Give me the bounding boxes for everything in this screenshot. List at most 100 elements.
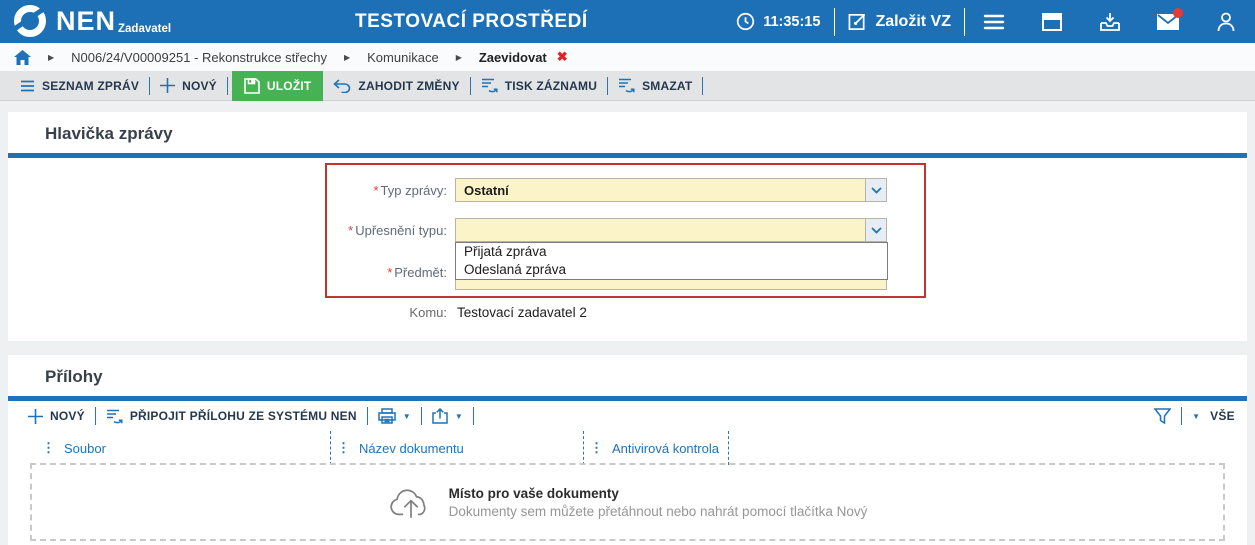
print-menu-button[interactable]: ▼ xyxy=(368,401,421,431)
attach-from-nen-button[interactable]: PŘIPOJIT PŘÍLOHU ZE SYSTÉMU NEN xyxy=(96,401,367,431)
export-icon xyxy=(432,408,448,424)
logo-subtitle: Zadavatel xyxy=(118,23,172,35)
edit-icon xyxy=(849,13,866,30)
message-header-section: Hlavička zprávy * Typ zprávy: Ostatní * Up… xyxy=(8,112,1247,341)
tisk-zaznamu-label: TISK ZÁZNAMU xyxy=(504,78,598,93)
tisk-zaznamu-button[interactable]: TISK ZÁZNAMU xyxy=(471,71,607,101)
dropdown-option-odeslana[interactable]: Odeslaná zpráva xyxy=(456,261,887,279)
predmet-label: * Předmět: xyxy=(387,265,447,280)
breadcrumb-separator-icon: ▶ xyxy=(455,52,462,62)
typ-zpravy-dropdown-button[interactable] xyxy=(865,179,886,201)
kebab-icon[interactable]: ⋮ xyxy=(42,440,55,456)
novy-button[interactable]: NOVÝ xyxy=(150,71,227,101)
smazat-button[interactable]: SMAZAT xyxy=(608,71,702,101)
calendar-grid-icon xyxy=(1042,12,1062,31)
toolbar-separator xyxy=(226,76,228,95)
toolbar-separator xyxy=(702,76,704,95)
plus-icon xyxy=(28,408,43,424)
create-vz-button[interactable]: Založit VZ xyxy=(835,0,964,43)
current-time: 11:35:15 xyxy=(763,13,821,30)
column-label-nazev: Název dokumentu xyxy=(359,440,464,456)
breadcrumb-item-procurement[interactable]: N006/24/V00009251 - Rekonstrukce střechy xyxy=(71,50,327,65)
nen-logo[interactable]: NEN Zadavatel xyxy=(12,3,171,39)
novy-label: NOVÝ xyxy=(182,78,217,93)
undo-icon xyxy=(333,78,351,93)
breadcrumb-item-zaevidovat[interactable]: Zaevidovat xyxy=(479,50,547,65)
seznam-zprav-button[interactable]: SEZNAM ZPRÁV xyxy=(10,71,149,101)
person-icon xyxy=(1217,12,1235,31)
app-header: NEN Zadavatel TESTOVACÍ PROSTŘEDÍ 11:35:… xyxy=(0,0,1255,43)
breadcrumb-separator-icon: ▶ xyxy=(48,52,55,62)
message-header-form: * Typ zprávy: Ostatní * Upřesnění typu: * P… xyxy=(8,158,1247,341)
dropzone-title: Místo pro vaše dokumenty xyxy=(448,485,619,501)
caret-down-icon: ▼ xyxy=(454,411,463,421)
required-marker: * xyxy=(387,265,393,280)
document-dropzone[interactable]: Místo pro vaše dokumenty Dokumenty sem m… xyxy=(30,463,1225,541)
caret-down-icon[interactable]: ▼ xyxy=(1192,412,1200,421)
typ-zpravy-select[interactable]: Ostatní xyxy=(455,178,887,202)
save-icon xyxy=(244,77,260,94)
vse-filter-label[interactable]: VŠE xyxy=(1210,409,1235,423)
filter-icon[interactable] xyxy=(1154,408,1172,424)
clock-icon xyxy=(737,12,755,31)
column-label-antivir: Antivirová kontrola xyxy=(612,440,719,456)
toolbar-separator xyxy=(472,407,474,425)
notification-badge xyxy=(1173,8,1183,18)
create-vz-label: Založit VZ xyxy=(875,12,951,30)
caret-down-icon: ▼ xyxy=(402,411,411,421)
komu-value: Testovací zadavatel 2 xyxy=(457,305,587,320)
clock: 11:35:15 xyxy=(736,12,834,31)
plus-icon xyxy=(160,78,176,93)
kebab-icon[interactable]: ⋮ xyxy=(590,440,603,456)
environment-title: TESTOVACÍ PROSTŘEDÍ xyxy=(355,11,588,32)
upresneni-typu-dropdown-button[interactable] xyxy=(865,219,886,241)
column-separator xyxy=(583,431,584,465)
required-marker: * xyxy=(348,223,354,238)
main-toolbar: SEZNAM ZPRÁV NOVÝ ULOŽIT ZAHODIT ZMĚNY T… xyxy=(0,70,1255,101)
column-header-antivir[interactable]: ⋮ Antivirová kontrola xyxy=(590,431,719,465)
attachments-toolbar: NOVÝ PŘIPOJIT PŘÍLOHU ZE SYSTÉMU NEN ▼ ▼ xyxy=(8,401,1247,431)
typ-zpravy-value: Ostatní xyxy=(464,182,509,198)
hamburger-icon xyxy=(983,14,1005,29)
column-separator xyxy=(330,431,331,465)
logo-text: NEN xyxy=(56,6,117,36)
messages-button[interactable] xyxy=(1139,0,1197,43)
home-icon[interactable] xyxy=(14,49,31,65)
attachments-section: Přílohy NOVÝ PŘIPOJIT PŘÍLOHU ZE SYSTÉMU… xyxy=(8,355,1247,545)
inbox-icon xyxy=(1100,13,1120,31)
calendar-button[interactable] xyxy=(1023,0,1081,43)
typ-zpravy-label: * Typ zprávy: xyxy=(373,183,447,198)
zahodit-zmeny-button[interactable]: ZAHODIT ZMĚNY xyxy=(323,71,469,101)
inbox-button[interactable] xyxy=(1081,0,1139,43)
komu-label: Komu: xyxy=(409,305,447,320)
profile-button[interactable] xyxy=(1197,0,1255,43)
breadcrumb-item-komunikace[interactable]: Komunikace xyxy=(367,50,439,65)
list-icon xyxy=(21,80,34,91)
breadcrumb: ▶ N006/24/V00009251 - Rekonstrukce střec… xyxy=(0,43,1255,71)
attach-from-nen-label: PŘIPOJIT PŘÍLOHU ZE SYSTÉMU NEN xyxy=(129,409,357,423)
required-marker: * xyxy=(373,183,379,198)
chevron-down-icon xyxy=(870,186,882,194)
column-header-soubor[interactable]: ⋮ Soubor xyxy=(42,431,106,465)
upresneni-typu-select[interactable] xyxy=(455,218,887,242)
seznam-zprav-label: SEZNAM ZPRÁV xyxy=(42,78,140,93)
kebab-icon[interactable]: ⋮ xyxy=(337,440,350,456)
chevron-down-icon xyxy=(870,226,882,234)
menu-button[interactable] xyxy=(965,0,1023,43)
attachment-novy-button[interactable]: NOVÝ xyxy=(18,401,95,431)
cloud-upload-icon xyxy=(390,489,426,519)
ulozit-label: ULOŽIT xyxy=(266,78,312,93)
column-header-nazev[interactable]: ⋮ Název dokumentu xyxy=(337,431,464,465)
close-tab-icon[interactable]: ✖ xyxy=(557,49,568,65)
dropdown-option-prijata[interactable]: Přijatá zpráva xyxy=(456,243,887,261)
dropzone-subtitle: Dokumenty sem můžete přetáhnout nebo nah… xyxy=(448,503,868,519)
zahodit-zmeny-label: ZAHODIT ZMĚNY xyxy=(358,78,460,93)
column-separator xyxy=(728,431,729,465)
nen-logo-icon xyxy=(12,5,47,37)
print-record-icon xyxy=(481,78,498,93)
printer-icon xyxy=(377,408,396,424)
ulozit-button[interactable]: ULOŽIT xyxy=(231,70,324,101)
toolbar-separator xyxy=(1181,407,1183,425)
delete-record-icon xyxy=(619,78,635,93)
export-menu-button[interactable]: ▼ xyxy=(422,401,473,431)
